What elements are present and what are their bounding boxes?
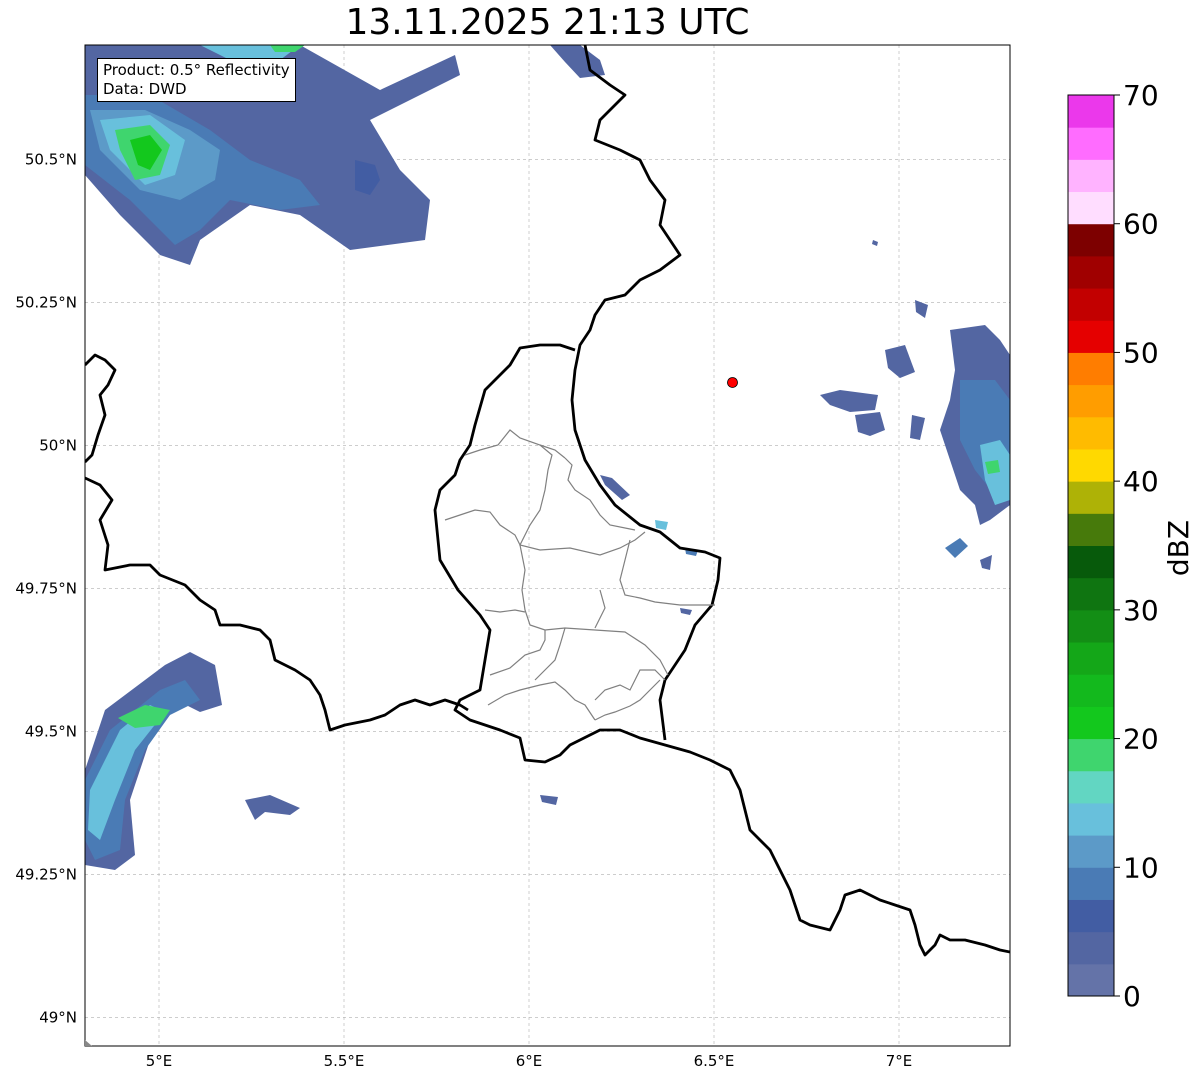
lat-tick-label: 50.5°N <box>25 150 77 168</box>
colorbar-swatch <box>1068 513 1114 546</box>
colorbar-tick-label: 20 <box>1123 723 1159 756</box>
colorbar-swatch <box>1068 674 1114 707</box>
lon-tick-label: 6.5°E <box>694 1052 735 1070</box>
colorbar-swatch <box>1068 288 1114 321</box>
colorbar-swatch <box>1068 835 1114 868</box>
colorbar-swatch <box>1068 352 1114 386</box>
colorbar-swatch <box>1068 931 1114 965</box>
colorbar-swatch <box>1068 642 1114 675</box>
lon-tick-label: 5°E <box>146 1052 173 1070</box>
colorbar-tick-label: 70 <box>1123 79 1159 112</box>
colorbar-tick-label: 10 <box>1123 851 1159 884</box>
colorbar-swatch <box>1068 127 1114 160</box>
lat-tick-label: 49.75°N <box>15 579 77 597</box>
lat-tick-label: 50.25°N <box>15 293 77 311</box>
colorbar: 0 10 20 30 40 50 60 70 dBZ <box>1067 79 1195 1013</box>
colorbar-swatch <box>1068 416 1114 450</box>
lat-tick-label: 50°N <box>39 436 77 454</box>
lon-tick-label: 6°E <box>516 1052 543 1070</box>
colorbar-swatch <box>1068 255 1114 289</box>
radar-site-marker <box>727 377 738 388</box>
colorbar-swatches <box>1068 95 1114 997</box>
colorbar-swatch <box>1068 448 1114 482</box>
colorbar-swatch <box>1068 867 1114 900</box>
lon-tick-label: 7°E <box>886 1052 913 1070</box>
colorbar-tick-label: 50 <box>1123 336 1159 369</box>
colorbar-swatch <box>1068 159 1114 193</box>
colorbar-swatch <box>1068 95 1114 128</box>
lat-tick-label: 49.5°N <box>25 722 77 740</box>
lat-tick-label: 49°N <box>39 1008 77 1026</box>
product-text: Product: 0.5° Reflectivity <box>103 61 290 79</box>
colorbar-swatch <box>1068 545 1114 579</box>
colorbar-tick-label: 30 <box>1123 594 1159 627</box>
colorbar-swatch <box>1068 899 1114 933</box>
colorbar-swatch <box>1068 577 1114 611</box>
colorbar-swatch <box>1068 738 1114 772</box>
colorbar-ticks: 0 10 20 30 40 50 60 70 <box>1114 79 1159 1013</box>
colorbar-swatch <box>1068 481 1114 514</box>
longitude-ticks: 5°E 5.5°E 6°E 6.5°E 7°E <box>146 1052 913 1070</box>
colorbar-swatch <box>1068 963 1114 997</box>
colorbar-tick-label: 40 <box>1123 465 1159 498</box>
lat-tick-label: 49.25°N <box>15 865 77 883</box>
colorbar-swatch <box>1068 320 1114 353</box>
colorbar-tick-label: 0 <box>1123 980 1141 1013</box>
colorbar-swatch <box>1068 770 1114 804</box>
colorbar-swatch <box>1068 802 1114 836</box>
radar-figure: 5°E 5.5°E 6°E 6.5°E 7°E 50.5°N 50.25°N 50°N 49.… <box>15 44 1195 1070</box>
latitude-ticks: 50.5°N 50.25°N 50°N 49.75°N 49.5°N 49.25°N 49°… <box>15 150 77 1026</box>
data-source-text: Data: DWD <box>103 80 187 98</box>
colorbar-swatch <box>1068 609 1114 643</box>
colorbar-unit-label: dBZ <box>1162 520 1195 576</box>
lon-tick-label: 5.5°E <box>324 1052 365 1070</box>
colorbar-swatch <box>1068 706 1114 740</box>
colorbar-swatch <box>1068 191 1114 225</box>
product-info-box: Product: 0.5° Reflectivity Data: DWD <box>97 58 296 102</box>
colorbar-tick-label: 60 <box>1123 208 1159 241</box>
colorbar-swatch <box>1068 223 1114 257</box>
colorbar-swatch <box>1068 384 1114 418</box>
